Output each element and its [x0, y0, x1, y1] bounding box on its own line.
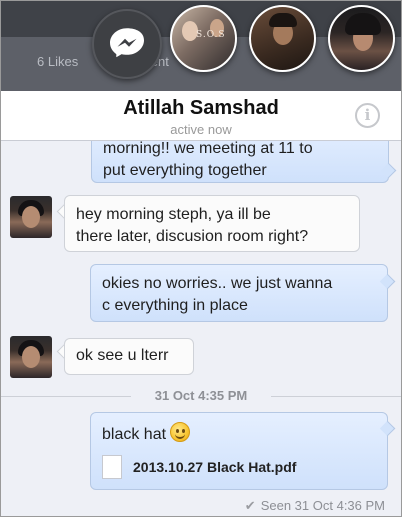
avatar[interactable] — [10, 196, 52, 238]
document-icon — [102, 455, 122, 479]
message-bubble-incoming[interactable]: ok see u lterr — [64, 338, 194, 375]
message-line: morning!! we meeting at 11 to — [103, 141, 313, 157]
message-line: hey morning steph, ya ill be — [76, 206, 271, 223]
message-line: ok see u lterr — [76, 347, 169, 364]
file-attachment[interactable]: 2013.10.27 Black Hat.pdf — [102, 455, 376, 479]
contact-photo-hair — [345, 13, 381, 35]
seen-text: Seen 31 Oct 4:36 PM — [260, 498, 385, 513]
message-bubble-outgoing[interactable]: okies no worries.. we just wanna c every… — [90, 264, 388, 322]
message-line: c everything in place — [102, 297, 248, 314]
messenger-window: 6 Likes 2 ment S.O.S Atillah Samshad act… — [0, 0, 402, 517]
message-line: put everything together — [103, 162, 267, 179]
avatar-face — [22, 346, 40, 368]
message-bubble-outgoing[interactable]: black hat 2013.10.27 Black Hat.pdf — [90, 412, 388, 490]
message-line: okies no worries.. we just wanna — [102, 275, 333, 292]
avatar[interactable] — [10, 336, 52, 378]
contact-head-1[interactable]: S.O.S — [170, 5, 237, 72]
contact-head-overlay-text: S.O.S — [196, 30, 226, 40]
avatar-face — [22, 206, 40, 228]
contact-head-3-atillah[interactable] — [328, 5, 395, 72]
contact-head-2[interactable] — [249, 5, 316, 72]
messenger-icon — [110, 28, 144, 58]
info-icon[interactable]: i — [355, 103, 380, 128]
likes-count: 6 Likes — [37, 54, 79, 69]
seen-receipt: ✔ Seen 31 Oct 4:36 PM — [245, 498, 385, 514]
message-list[interactable]: morning!! we meeting at 11 to put everyt… — [1, 141, 401, 516]
check-icon: ✔ — [244, 498, 256, 513]
message-line: there later, discusion room right? — [76, 228, 309, 245]
conversation-header: Atillah Samshad active now i — [1, 91, 401, 141]
messenger-chat-head[interactable] — [92, 9, 162, 79]
message-text: black hat — [102, 426, 167, 443]
contact-photo-hair — [269, 13, 297, 27]
contact-name: Atillah Samshad — [123, 97, 279, 119]
message-bubble-outgoing[interactable]: morning!! we meeting at 11 to put everyt… — [91, 141, 389, 183]
message-bubble-incoming[interactable]: hey morning steph, ya ill be there later… — [64, 195, 360, 252]
active-status: active now — [170, 122, 232, 137]
smiley-emoji-icon — [170, 422, 191, 442]
date-divider-line-right — [271, 396, 401, 397]
attachment-filename[interactable]: 2013.10.27 Black Hat.pdf — [133, 456, 296, 478]
